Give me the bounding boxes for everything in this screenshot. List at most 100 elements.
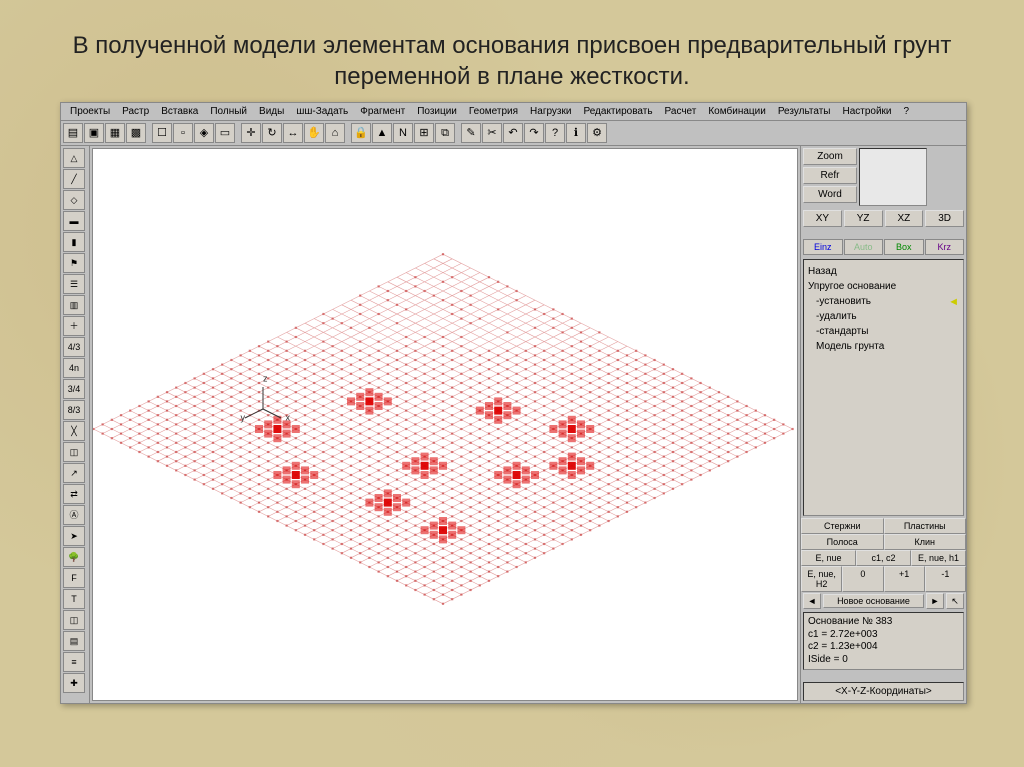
lefttool-tree-icon[interactable]: 🌳 — [63, 547, 85, 567]
menu-rezultaty[interactable]: Результаты — [773, 105, 836, 118]
toolbar-undo-icon[interactable]: ↶ — [503, 123, 523, 143]
viewport-3d[interactable]: xyz — [92, 148, 798, 701]
lefttool-add-icon[interactable]: ＋ — [63, 316, 85, 336]
mode-auto[interactable]: Auto — [844, 239, 884, 255]
toolbar-paste-icon[interactable]: ✎ — [461, 123, 481, 143]
toolbar-lock-icon[interactable]: 🔒 — [351, 123, 371, 143]
toolbar-copy-icon[interactable]: ⧉ — [435, 123, 455, 143]
menu-vidy[interactable]: Виды — [254, 105, 289, 118]
lefttool-4n-icon[interactable]: 4n — [63, 358, 85, 378]
mode-box[interactable]: Box — [884, 239, 924, 255]
toolbar-axis-icon[interactable]: ✛ — [241, 123, 261, 143]
menu-kombinacii[interactable]: Комбинации — [703, 105, 770, 118]
toolbar-?-icon[interactable]: ? — [545, 123, 565, 143]
tree-root[interactable]: Упругое основание — [808, 281, 896, 292]
tree-delete[interactable]: -удалить — [808, 309, 959, 324]
toolbar-grid3-icon[interactable]: ☐ — [152, 123, 172, 143]
toolbar-cut-icon[interactable]: ✂ — [482, 123, 502, 143]
tab-polosa[interactable]: Полоса — [801, 534, 884, 550]
tab-sterzhni[interactable]: Стержни — [801, 518, 884, 534]
toolbar-warn-icon[interactable]: ▲ — [372, 123, 392, 143]
param-plus1[interactable]: +1 — [884, 566, 925, 592]
menu-help[interactable]: ? — [899, 105, 915, 118]
lefttool-chart-icon[interactable]: ◫ — [63, 610, 85, 630]
toolbar-N-icon[interactable]: N — [393, 123, 413, 143]
nav-pointer-button[interactable]: ↖ — [946, 593, 964, 609]
toolbar-mesh-icon[interactable]: ⊞ — [414, 123, 434, 143]
toolbar-grid1-icon[interactable]: ▦ — [105, 123, 125, 143]
view-3d-button[interactable]: 3D — [925, 210, 964, 227]
param-e-nue-h2[interactable]: E, nue, H2 — [801, 566, 842, 592]
lefttool-flag-icon[interactable]: ⚑ — [63, 253, 85, 273]
toolbar-sel-icon[interactable]: ▭ — [215, 123, 235, 143]
tree-soilmodel[interactable]: Модель грунта — [808, 339, 959, 354]
toolbar-hand-icon[interactable]: ✋ — [304, 123, 324, 143]
menu-pozicii[interactable]: Позиции — [412, 105, 462, 118]
view-xz-button[interactable]: XZ — [885, 210, 924, 227]
menu-zadat[interactable]: шш-Задать — [291, 105, 353, 118]
view-yz-button[interactable]: YZ — [844, 210, 883, 227]
mode-einz[interactable]: Einz — [803, 239, 843, 255]
menu-polnyj[interactable]: Полный — [205, 105, 252, 118]
zoom-button[interactable]: Zoom — [803, 148, 857, 165]
lefttool-ax-icon[interactable]: ✚ — [63, 673, 85, 693]
toolbar-home-icon[interactable]: ⌂ — [325, 123, 345, 143]
mode-krz[interactable]: Krz — [925, 239, 965, 255]
lefttool-bars-icon[interactable]: ≡ — [63, 652, 85, 672]
view-xy-button[interactable]: XY — [803, 210, 842, 227]
toolbar-file-icon[interactable]: ▤ — [63, 123, 83, 143]
lefttool-pair-icon[interactable]: ⇄ — [63, 484, 85, 504]
toolbar-save-icon[interactable]: ▣ — [84, 123, 104, 143]
toolbar-redo-icon[interactable]: ↷ — [524, 123, 544, 143]
tab-klin[interactable]: Клин — [884, 534, 967, 550]
lefttool-4/3-icon[interactable]: 4/3 — [63, 337, 85, 357]
menu-geometriya[interactable]: Геометрия — [464, 105, 523, 118]
param-e-nue-h1[interactable]: E, nue, h1 — [911, 550, 966, 566]
param-c1-c2[interactable]: c1, c2 — [856, 550, 911, 566]
menu-raschet[interactable]: Расчет — [660, 105, 702, 118]
lefttool-3/4-icon[interactable]: 3/4 — [63, 379, 85, 399]
lefttool-poly-icon[interactable]: ◇ — [63, 190, 85, 210]
toolbar-view-icon[interactable]: ◈ — [194, 123, 214, 143]
tree-set[interactable]: -установить — [808, 294, 959, 309]
param-minus1[interactable]: -1 — [925, 566, 966, 592]
refresh-button[interactable]: Refr — [803, 167, 857, 184]
menu-fragment[interactable]: Фрагмент — [355, 105, 410, 118]
lefttool-layer-icon[interactable]: ☰ — [63, 274, 85, 294]
toolbar-msr-icon[interactable]: ↔ — [283, 123, 303, 143]
tree-standards[interactable]: -стандарты — [808, 324, 959, 339]
lefttool-label-icon[interactable]: Ⓐ — [63, 505, 85, 525]
word-button[interactable]: Word — [803, 186, 857, 203]
tab-plastiny[interactable]: Пластины — [884, 518, 967, 534]
lefttool-elem-icon[interactable]: ◫ — [63, 442, 85, 462]
nav-next-button[interactable]: ► — [926, 593, 944, 609]
toolbar-help-icon[interactable]: ℹ — [566, 123, 586, 143]
menu-nastrojki[interactable]: Настройки — [837, 105, 896, 118]
lefttool-beam-icon[interactable]: ▬ — [63, 211, 85, 231]
lefttool-lt-icon[interactable]: ▤ — [63, 631, 85, 651]
lefttool-diag-icon[interactable]: ╳ — [63, 421, 85, 441]
lefttool-tri-icon[interactable]: △ — [63, 148, 85, 168]
lefttool-vec-icon[interactable]: ↗ — [63, 463, 85, 483]
menu-nagruzki[interactable]: Нагрузки — [525, 105, 576, 118]
menu-proekty[interactable]: Проекты — [65, 105, 115, 118]
toolbar-opts-icon[interactable]: ⚙ — [587, 123, 607, 143]
lefttool-text-icon[interactable]: T — [63, 589, 85, 609]
lefttool-grp-icon[interactable]: ▥ — [63, 295, 85, 315]
menu-vstavka[interactable]: Вставка — [156, 105, 203, 118]
param-e-nue[interactable]: E, nue — [801, 550, 856, 566]
toolbar-grid2-icon[interactable]: ▩ — [126, 123, 146, 143]
toolbar-grid4-icon[interactable]: ▫ — [173, 123, 193, 143]
lefttool-line-icon[interactable]: ╱ — [63, 169, 85, 189]
menu-redakt[interactable]: Редактировать — [578, 105, 657, 118]
nav-label[interactable]: Новое основание — [823, 594, 924, 608]
menu-rastr[interactable]: Растр — [117, 105, 154, 118]
nav-prev-button[interactable]: ◄ — [803, 593, 821, 609]
lefttool-arr-icon[interactable]: ➤ — [63, 526, 85, 546]
toolbar-rot-icon[interactable]: ↻ — [262, 123, 282, 143]
param-zero[interactable]: 0 — [842, 566, 883, 592]
lefttool-8/3-icon[interactable]: 8/3 — [63, 400, 85, 420]
lefttool-F-icon[interactable]: F — [63, 568, 85, 588]
tree-back[interactable]: Назад — [808, 266, 837, 277]
lefttool-col-icon[interactable]: ▮ — [63, 232, 85, 252]
